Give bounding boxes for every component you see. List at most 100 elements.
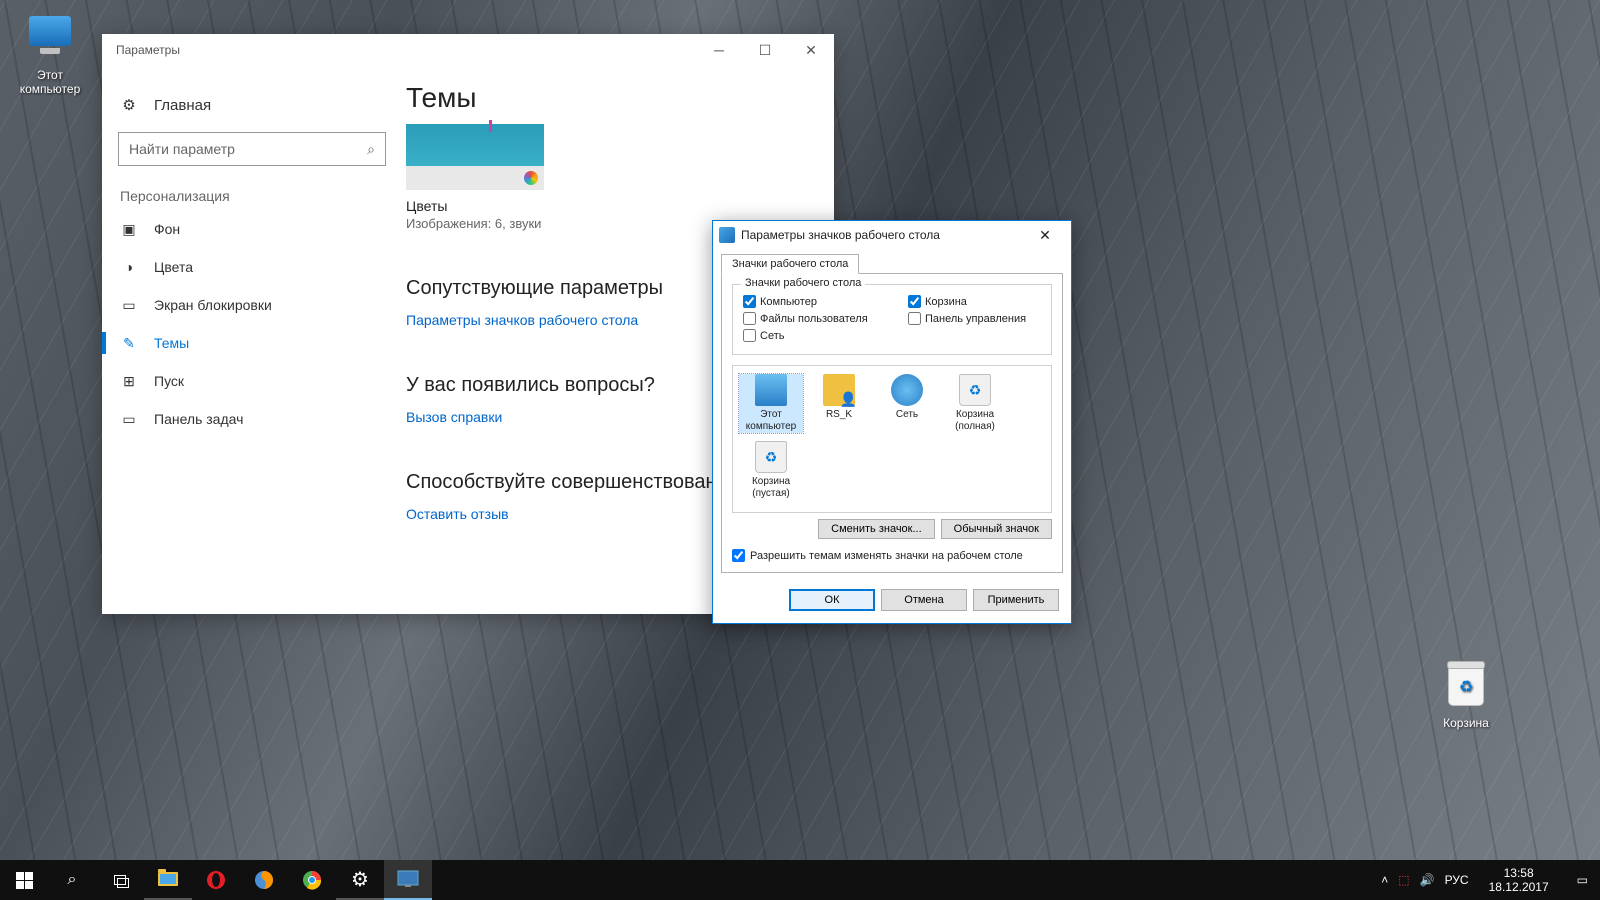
sidebar-item-colors[interactable]: ◑ Цвета [112,248,392,286]
settings-sidebar: ⚙ Главная Найти параметр ⌕ Персонализаци… [102,66,402,614]
search-placeholder: Найти параметр [129,141,235,157]
sidebar-label: Главная [154,97,211,114]
desktop-icons-group: Значки рабочего стола Компьютер Корзина … [732,284,1052,355]
checkbox-network[interactable]: Сеть [743,329,888,342]
dialog-close-button[interactable]: ✕ [1025,223,1065,247]
desktop-icon-recycle-bin[interactable]: Корзина [1428,660,1504,730]
palette-icon: ◑ [120,258,138,276]
default-icon-button[interactable]: Обычный значок [941,519,1052,539]
taskbar-app-opera[interactable] [192,860,240,900]
picture-icon: ▣ [120,220,138,238]
checkbox-control-panel[interactable]: Панель управления [908,312,1053,325]
ok-button[interactable]: ОК [789,589,875,611]
tray-network-icon[interactable]: ⬚ [1398,873,1409,887]
sidebar-item-lockscreen[interactable]: ▭ Экран блокировки [112,286,392,324]
group-label: Значки рабочего стола [741,277,865,289]
theme-subtitle: Изображения: 6, звуки [406,216,544,231]
taskbar-app-firefox[interactable] [240,860,288,900]
sidebar-item-taskbar[interactable]: ▭ Панель задач [112,400,392,438]
sidebar-item-start[interactable]: ⊞ Пуск [112,362,392,400]
checkbox-computer[interactable]: Компьютер [743,295,888,308]
checkbox-allow-themes[interactable] [732,549,745,562]
icon-item-user[interactable]: RS_K [807,374,871,433]
clock-date: 18.12.2017 [1489,880,1549,894]
checkbox-input[interactable] [743,295,756,308]
task-view-icon [114,875,126,885]
sidebar-item-label: Пуск [154,373,184,389]
gear-icon: ⚙ [120,96,138,114]
page-title: Темы [406,82,810,114]
folder-icon [158,872,178,886]
search-button[interactable]: ⌕ [48,860,96,900]
tray-chevron-up-icon[interactable]: ˄ [1381,873,1388,887]
icon-preview-list: Этот компьютер RS_K Сеть Корзина (полная… [732,365,1052,513]
checkbox-input[interactable] [743,329,756,342]
network-icon [891,374,923,406]
recycle-bin-icon [1448,664,1484,706]
checkbox-input[interactable] [908,295,921,308]
titlebar[interactable]: Параметры ─ ☐ ✕ [102,34,834,66]
chrome-icon [302,870,322,890]
allow-themes-label: Разрешить темам изменять значки на рабоч… [750,550,1023,562]
tray-volume-icon[interactable]: 🔊 [1420,873,1435,887]
desktop-icon-label: Этот компьютер [12,68,88,96]
sidebar-item-label: Цвета [154,259,193,275]
sidebar-home[interactable]: ⚙ Главная [112,86,392,128]
close-button[interactable]: ✕ [788,34,834,66]
desktop-icon-this-pc[interactable]: Этот компьютер [12,8,88,96]
system-tray: ˄ ⬚ 🔊 РУС 13:58 18.12.2017 ▭ [1381,866,1600,895]
start-icon: ⊞ [120,372,138,390]
apply-button[interactable]: Применить [973,589,1059,611]
sidebar-section: Персонализация [112,180,392,210]
dialog-titlebar[interactable]: Параметры значков рабочего стола ✕ [713,221,1071,249]
checkbox-input[interactable] [743,312,756,325]
desktop-icon-label: Корзина [1428,716,1504,730]
checkbox-input[interactable] [908,312,921,325]
task-view-button[interactable] [96,860,144,900]
tray-clock[interactable]: 13:58 18.12.2017 [1479,866,1559,895]
theme-name: Цветы [406,198,544,214]
dialog-title: Параметры значков рабочего стола [741,228,940,242]
search-input[interactable]: Найти параметр ⌕ [118,132,386,166]
checkbox-userfiles[interactable]: Файлы пользователя [743,312,888,325]
checkbox-recycle[interactable]: Корзина [908,295,1053,308]
theme-thumbnail[interactable]: Цветы Изображения: 6, звуки [406,124,544,231]
dialog-icon [719,227,735,243]
search-icon: ⌕ [367,141,375,158]
tray-language[interactable]: РУС [1445,873,1469,887]
icon-item-bin-empty[interactable]: Корзина (пустая) [739,441,803,500]
desktop-icon-settings-dialog: Параметры значков рабочего стола ✕ Значк… [712,220,1072,624]
search-icon: ⌕ [68,871,77,889]
window-title: Параметры [116,43,180,57]
theme-preview-image [406,124,544,166]
icon-item-bin-full[interactable]: Корзина (полная) [943,374,1007,433]
recycle-bin-full-icon [959,374,991,406]
icon-item-this-pc[interactable]: Этот компьютер [739,374,803,433]
opera-icon [206,870,226,890]
tray-notifications-icon[interactable]: ▭ [1569,873,1596,887]
taskbar: ⌕ ⚙ ˄ ⬚ 🔊 РУС 13:58 18.12.2017 ▭ [0,860,1600,900]
taskbar-app-explorer[interactable] [144,860,192,900]
windows-icon [16,872,33,889]
sidebar-item-background[interactable]: ▣ Фон [112,210,392,248]
cancel-button[interactable]: Отмена [881,589,967,611]
taskbar-app-chrome[interactable] [288,860,336,900]
minimize-button[interactable]: ─ [696,34,742,66]
gear-icon: ⚙ [351,867,369,892]
sidebar-item-themes[interactable]: ✎ Темы [112,324,392,362]
maximize-button[interactable]: ☐ [742,34,788,66]
sidebar-item-label: Темы [154,335,189,351]
sidebar-item-label: Фон [154,221,180,237]
color-wheel-icon [524,171,538,185]
taskbar-app-settings[interactable]: ⚙ [336,860,384,900]
tab-desktop-icons[interactable]: Значки рабочего стола [721,254,859,274]
taskbar-app-personalization[interactable] [384,860,432,900]
taskbar-icon: ▭ [120,410,138,428]
lockscreen-icon: ▭ [120,296,138,314]
computer-icon [29,16,71,46]
monitor-icon [397,870,419,888]
change-icon-button[interactable]: Сменить значок... [818,519,935,539]
sidebar-item-label: Экран блокировки [154,297,272,313]
icon-item-network[interactable]: Сеть [875,374,939,433]
start-button[interactable] [0,860,48,900]
